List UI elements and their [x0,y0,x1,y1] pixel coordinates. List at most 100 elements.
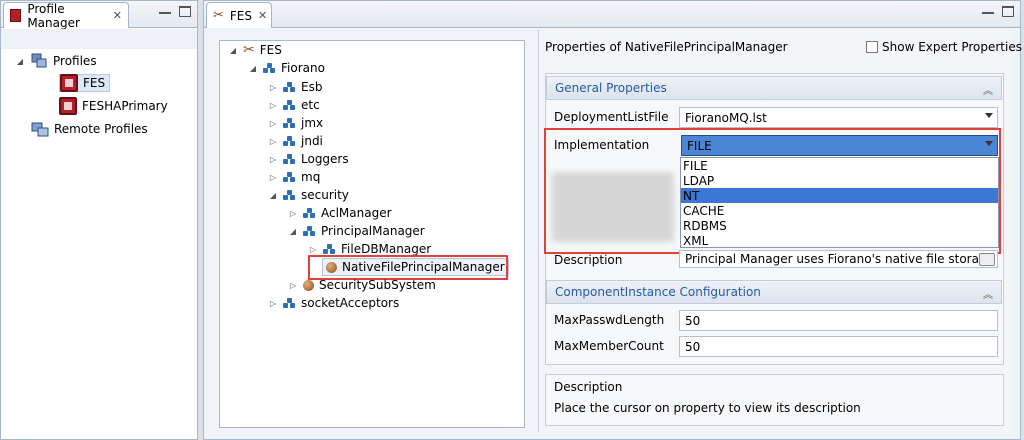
deployment-label: DeploymentListFile [554,110,669,124]
collapse-icon[interactable]: ▷ [288,209,298,218]
section-title: General Properties [555,81,667,95]
tree-node-label: mq [301,170,321,184]
tree-node-fiorano[interactable]: ◢ Fiorano [248,59,325,77]
tree-node-etc[interactable]: ▷ etc [268,96,320,114]
show-expert-label: Show Expert Properties [882,40,1022,54]
collapse-icon[interactable]: ▷ [268,137,278,146]
package-icon [283,100,296,110]
collapse-icon[interactable]: ▷ [268,83,278,92]
implementation-highlight-box [544,128,1001,254]
collapse-icon[interactable]: ▷ [268,119,278,128]
tree-node-label: jmx [301,116,324,130]
maximize-icon[interactable] [1002,6,1014,17]
collapse-icon[interactable]: ▷ [288,281,298,290]
tab-fes[interactable]: ✂ FES ✕ [206,2,272,28]
tab-profile-manager[interactable]: Profile Manager ✕ [3,1,129,30]
expand-icon[interactable]: ◢ [248,64,258,73]
tree-item-label: FESHAPrimary [82,99,168,113]
tools-icon: ✂ [213,8,224,23]
description-label: Description [554,253,623,267]
tree-node-jndi[interactable]: ▷ jndi [268,132,323,150]
expand-icon[interactable]: ◢ [228,46,238,55]
collapse-icon[interactable]: ▷ [268,173,278,182]
collapse-section-icon[interactable]: ︽ [983,286,993,301]
tree-item-profiles[interactable]: ◢ Profiles [15,52,97,70]
tree-node-esb[interactable]: ▷ Esb [268,78,323,96]
profile-manager-icon [10,9,22,22]
show-expert-checkbox-row[interactable]: Show Expert Properties [866,40,1022,54]
tree-node-socketacceptors[interactable]: ▷ socketAcceptors [268,294,399,312]
profiles-icon [30,53,48,69]
component-instance-section[interactable]: ComponentInstance Configuration ︽ [546,280,1002,304]
tree-node-label: AclManager [321,206,392,220]
tree-node-aclmanager[interactable]: ▷ AclManager [288,204,392,222]
expand-icon[interactable]: ◢ [288,227,298,236]
tree-node-jmx[interactable]: ▷ jmx [268,114,323,132]
profile-manager-tabbar: Profile Manager ✕ [1,1,197,30]
collapse-icon[interactable]: ▷ [268,101,278,110]
description-box: Description Place the cursor on property… [545,374,1004,426]
close-icon[interactable]: ✕ [258,9,267,22]
tools-icon: ✂ [243,42,255,58]
tree-item-fes-profile[interactable]: FES [59,74,111,92]
tree-node-label: SecuritySubSystem [319,278,436,292]
tree-node-fes[interactable]: ◢ ✂ FES [228,41,282,59]
expand-icon[interactable]: ◢ [268,191,278,200]
max-passwd-input[interactable]: 50 [679,310,998,331]
section-title: ComponentInstance Configuration [555,285,761,299]
tree-node-mq[interactable]: ▷ mq [268,168,320,186]
collapse-section-icon[interactable]: ︽ [983,82,993,97]
tree-item-feshaprimary[interactable]: FESHAPrimary [59,97,168,115]
tree-node-label: FES [259,43,282,57]
ellipsis-button[interactable] [979,253,995,266]
package-icon [303,208,316,218]
collapse-icon[interactable]: ▷ [268,155,278,164]
server-profile-icon [60,74,78,92]
package-icon [303,226,316,236]
deployment-list-select[interactable]: FioranoMQ.lst [679,107,998,128]
description-box-title: Description [554,380,623,394]
tree-node-principalmanager[interactable]: ◢ PrincipalManager [288,222,425,240]
minimize-icon[interactable] [982,6,994,14]
package-icon [283,190,296,200]
show-expert-checkbox[interactable] [866,41,878,53]
tree-node-securitysubsystem[interactable]: ▷ SecuritySubSystem [288,276,436,294]
description-field[interactable]: Principal Manager uses Fiorano's native … [679,250,998,268]
minimize-icon[interactable] [159,6,171,14]
description-box-text: Place the cursor on property to view its… [554,401,861,415]
chevron-down-icon[interactable] [985,113,993,118]
server-profile-icon [59,97,77,115]
tree-item-label: Remote Profiles [54,122,148,136]
package-icon [263,63,276,73]
maximize-icon[interactable] [179,6,191,17]
package-icon [283,172,296,182]
max-passwd-value: 50 [685,313,701,328]
tab-profile-manager-label: Profile Manager [27,1,80,30]
tree-node-label: etc [301,98,320,112]
general-properties-section[interactable]: General Properties ︽ [546,76,1002,100]
tree-node-label: Fiorano [281,61,325,75]
tree-node-label: FileDBManager [341,242,432,256]
package-icon [283,136,296,146]
max-passwd-label: MaxPasswdLength [554,313,665,327]
close-icon[interactable]: ✕ [113,9,122,22]
tree-node-loggers[interactable]: ▷ Loggers [268,150,349,168]
max-member-input[interactable]: 50 [679,336,998,357]
tree-item-label: Profiles [53,54,97,68]
tree-node-label: Loggers [301,152,349,166]
profile-manager-panel: Profile Manager ✕ ◢ Profiles FES FESHAPr… [0,0,198,440]
toolbar-strip [1,29,197,49]
tree-node-security[interactable]: ◢ security [268,186,349,204]
expand-icon[interactable]: ◢ [15,57,25,66]
tab-fes-label: FES [229,8,253,23]
properties-title: Properties of NativeFilePrincipalManager [545,40,788,54]
description-value: Principal Manager uses Fiorano's native … [685,252,998,266]
tree-node-label: Esb [301,80,323,94]
package-icon [283,118,296,128]
max-member-label: MaxMemberCount [554,339,664,353]
tree-item-remote-profiles[interactable]: Remote Profiles [31,120,148,138]
collapse-icon[interactable]: ▷ [268,299,278,308]
tree-node-label: PrincipalManager [321,224,425,238]
collapse-icon[interactable]: ▷ [308,245,318,254]
fes-editor-tabbar: ✂ FES ✕ [204,1,1020,28]
